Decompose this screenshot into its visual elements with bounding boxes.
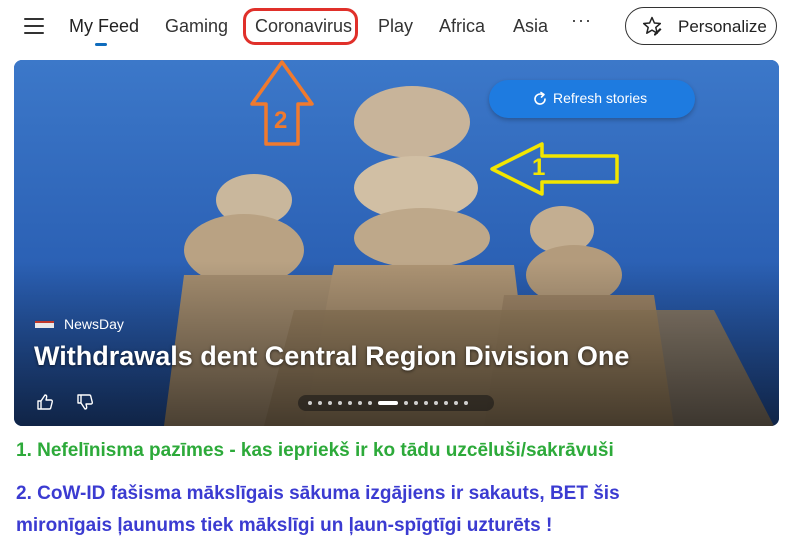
thumbs-up-icon[interactable] <box>36 393 54 411</box>
tab-gaming[interactable]: Gaming <box>165 16 228 37</box>
carousel-dot[interactable] <box>444 401 448 405</box>
carousel-dot[interactable] <box>358 401 362 405</box>
tab-africa[interactable]: Africa <box>439 16 485 37</box>
carousel-dot[interactable] <box>454 401 458 405</box>
source-name: NewsDay <box>64 316 124 332</box>
arrow2-label: 2 <box>274 107 288 134</box>
carousel-dot[interactable] <box>424 401 428 405</box>
annotation-line-2: 2. CoW-ID fašisma mākslīgais sākuma izgā… <box>16 483 620 504</box>
tab-asia[interactable]: Asia <box>513 16 548 37</box>
refresh-icon <box>534 91 546 105</box>
annotation-line-3: mironīgais ļaunums tiek mākslīgi un ļaun… <box>16 515 553 536</box>
carousel-dot[interactable] <box>308 401 312 405</box>
carousel-dot-active[interactable] <box>378 401 398 405</box>
source-logo <box>35 321 54 328</box>
carousel-pagination[interactable] <box>298 395 494 411</box>
carousel-dot[interactable] <box>338 401 342 405</box>
annotation-line-1: 1. Nefelīnisma pazīmes - kas iepriekš ir… <box>16 440 614 461</box>
carousel-dot[interactable] <box>328 401 332 405</box>
refresh-stories-button[interactable]: Refresh stories <box>489 80 695 118</box>
personalize-label: Personalize <box>678 17 767 36</box>
coronavirus-highlight-annotation <box>243 8 358 45</box>
carousel-dot[interactable] <box>464 401 468 405</box>
carousel-dot[interactable] <box>368 401 372 405</box>
story-headline[interactable]: Withdrawals dent Central Region Division… <box>34 341 629 372</box>
tab-play[interactable]: Play <box>378 16 413 37</box>
thumbs-down-icon[interactable] <box>76 393 94 411</box>
hamburger-menu-icon[interactable] <box>24 18 44 36</box>
more-tabs-button[interactable]: ··· <box>571 10 592 31</box>
refresh-stories-label: Refresh stories <box>553 90 648 106</box>
arrow1-label: 1 <box>532 154 546 181</box>
top-nav: My Feed Gaming Coronavirus Play Africa A… <box>0 0 792 56</box>
carousel-dot[interactable] <box>414 401 418 405</box>
personalize-button[interactable]: Personalize <box>625 7 777 45</box>
hero-story-card[interactable]: 1 2 Refresh stories NewsDay Withdrawals … <box>14 60 779 426</box>
star-edit-icon <box>642 16 662 36</box>
tab-my-feed[interactable]: My Feed <box>69 16 139 37</box>
carousel-dot[interactable] <box>318 401 322 405</box>
carousel-dot[interactable] <box>348 401 352 405</box>
active-tab-indicator <box>95 43 107 46</box>
carousel-dot[interactable] <box>434 401 438 405</box>
carousel-dot[interactable] <box>404 401 408 405</box>
